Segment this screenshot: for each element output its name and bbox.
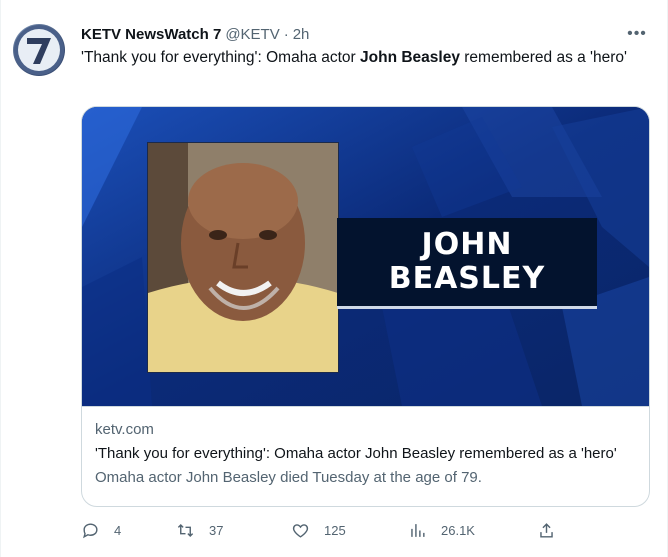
avatar[interactable] — [13, 24, 65, 76]
tweet-text-part: 'Thank you for everything': Omaha actor — [81, 49, 361, 66]
display-name[interactable]: KETV NewsWatch 7 — [81, 26, 221, 43]
share-icon — [540, 522, 553, 538]
portrait-illustration — [148, 143, 338, 372]
card-description: Omaha actor John Beasley died Tuesday at… — [95, 469, 482, 486]
name-plate: JOHN BEASLEY — [337, 218, 597, 309]
like-button[interactable]: 125 — [291, 518, 346, 542]
like-count: 125 — [324, 522, 346, 538]
reply-button[interactable]: 4 — [81, 518, 121, 542]
retweet-icon — [177, 523, 194, 537]
card-title: 'Thank you for everything': Omaha actor … — [95, 445, 617, 462]
card-domain: ketv.com — [95, 421, 154, 438]
link-card[interactable]: JOHN BEASLEY ketv.com 'Thank you for eve… — [81, 106, 650, 507]
share-button[interactable] — [537, 518, 556, 542]
name-plate-line2: BEASLEY — [388, 261, 546, 296]
portrait-photo — [147, 142, 339, 373]
tweet-text-part: remembered as a 'hero' — [459, 49, 627, 66]
tweet-header: KETV NewsWatch 7 @KETV · 2h — [81, 24, 651, 44]
views-button[interactable]: 26.1K — [408, 518, 475, 542]
card-meta[interactable]: ketv.com 'Thank you for everything': Oma… — [82, 406, 649, 506]
view-count: 26.1K — [441, 522, 475, 538]
tweet-text: 'Thank you for everything': Omaha actor … — [81, 47, 651, 68]
heart-icon — [292, 523, 309, 538]
more-options-icon[interactable]: ••• — [627, 24, 647, 44]
user-handle[interactable]: @KETV — [225, 26, 279, 43]
reply-icon — [83, 522, 98, 538]
separator-dot: · — [283, 25, 289, 43]
name-plate-line1: JOHN — [421, 227, 513, 262]
reply-count: 4 — [114, 522, 122, 538]
timestamp[interactable]: 2h — [293, 26, 310, 43]
tweet-text-bold[interactable]: John Beasley — [360, 49, 460, 66]
tweet[interactable]: KETV NewsWatch 7 @KETV · 2h ••• 'Thank y… — [0, 0, 668, 557]
tweet-actions: 4 37 125 26.1K — [81, 518, 581, 542]
analytics-icon — [411, 523, 425, 537]
retweet-button[interactable]: 37 — [176, 518, 223, 542]
retweet-count: 37 — [209, 522, 224, 538]
card-image[interactable]: JOHN BEASLEY — [82, 107, 649, 406]
ketv-7-logo-icon — [14, 25, 64, 75]
